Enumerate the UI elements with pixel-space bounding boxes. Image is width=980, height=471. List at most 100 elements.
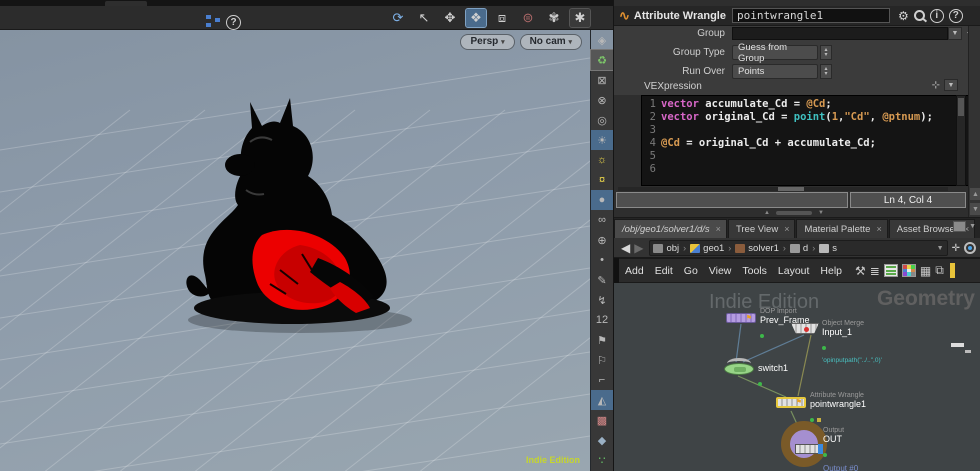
node-name-input[interactable] (731, 8, 890, 23)
persp-button[interactable]: Persp ▾ (460, 34, 515, 50)
help-icon[interactable]: ? (226, 14, 241, 30)
checker-uv-icon[interactable]: ▩ (591, 410, 614, 430)
node-output-dot[interactable] (758, 382, 762, 386)
nav-forward-button[interactable]: ▶ (634, 241, 643, 255)
scene-viewport[interactable]: Persp ▾ No cam ▾ Indie Edition (0, 30, 590, 471)
lock-icon[interactable]: ⊠ (591, 70, 614, 90)
node-output-dot[interactable] (823, 453, 827, 457)
view-box-icon[interactable]: ⧈ (492, 9, 512, 27)
breadcrumb-item-solver1[interactable]: solver1 (735, 243, 779, 254)
link-target-icon[interactable] (964, 242, 976, 254)
ruler-icon[interactable]: ⌐ (591, 370, 614, 390)
vex-plug-icon[interactable]: ⊹ (932, 80, 940, 91)
tab-tree-view[interactable]: Tree View × (727, 219, 796, 238)
node-output-dot[interactable] (822, 346, 826, 350)
breadcrumb-item-s[interactable]: s (819, 243, 837, 254)
node-output-dot[interactable] (760, 334, 764, 338)
node-flag-icon[interactable]: ⚑ (746, 314, 752, 323)
info-icon[interactable]: i (929, 8, 944, 23)
node-input_1[interactable]: Object Merge Input_1 'opinputpath("../..",… (791, 320, 882, 364)
scroll-up-button[interactable]: ▲ (970, 188, 980, 200)
color-palette-icon[interactable] (901, 264, 916, 277)
menu-help[interactable]: Help (820, 265, 842, 277)
layout-dots-icon[interactable] (206, 14, 220, 30)
no-selection-icon[interactable]: ⊜ (518, 9, 538, 27)
pane-menu-chevron-icon[interactable]: ▼ (969, 223, 976, 230)
view-tool-icon[interactable]: ⟳ (388, 9, 408, 27)
help-icon[interactable]: ? (948, 8, 963, 23)
move-handles-icon[interactable]: ✥ (440, 9, 460, 27)
breadcrumb-item-obj[interactable]: obj (653, 243, 679, 254)
glasses-icon[interactable]: ∞ (591, 210, 614, 230)
node-switch1[interactable]: switch1 (724, 358, 788, 386)
network-editor[interactable]: Indie Edition Geometry ⚑ DOP Import Prev_F… (614, 283, 980, 471)
group-type-spinner[interactable]: ▴ ▾ (820, 45, 832, 60)
pin-icon[interactable]: ✛ (952, 243, 960, 254)
node-shape[interactable]: ⚑ (776, 397, 806, 408)
point-marker-icon[interactable]: • (591, 250, 614, 270)
nav-back-button[interactable]: ◀ (621, 241, 630, 255)
tab-close-icon[interactable]: × (716, 224, 721, 234)
node-shape[interactable]: ⚑ (726, 313, 756, 323)
diamond-normals-icon[interactable]: ◆ (591, 430, 614, 450)
run-over-spinner[interactable]: ▴ ▾ (820, 64, 832, 79)
code-vertical-scrollbar[interactable] (956, 95, 966, 186)
code-horizontal-scrollbar[interactable] (618, 187, 948, 191)
pin-light-icon[interactable]: ¤ (591, 170, 614, 190)
snap-options-icon[interactable]: ❖ (465, 7, 487, 28)
node-flag-icon[interactable]: ⚑ (796, 398, 802, 407)
inspect-lens-icon[interactable]: ◎ (591, 110, 614, 130)
node-out[interactable]: Output OUT Output #0 (781, 421, 858, 471)
no-cam-button[interactable]: No cam ▾ (519, 34, 582, 50)
pane-split-icon[interactable] (953, 221, 967, 232)
group-dropdown-button[interactable]: ▼ (948, 27, 962, 40)
group-type-select[interactable]: Guess from Group (732, 42, 818, 64)
list-view-icon[interactable] (883, 264, 898, 277)
breadcrumb-item-d[interactable]: d (789, 243, 808, 254)
breadcrumb[interactable]: obj › geo1 › solver1 › d › s ▼ (649, 240, 948, 256)
tree-list-icon[interactable]: ≣ (870, 264, 880, 278)
view-layers-icon[interactable]: ◈ (590, 30, 614, 50)
pin-x-icon[interactable]: ⊗ (591, 90, 614, 110)
menu-go[interactable]: Go (684, 265, 698, 277)
scroll-down-button[interactable]: ▼ (970, 203, 980, 215)
panel-scrollbar[interactable]: ▲ ▼ (968, 25, 980, 221)
window-layout-icon[interactable]: ⧉ (935, 263, 944, 278)
node-prev_frame[interactable]: ⚑ DOP Import Prev_Frame (726, 308, 810, 338)
node-shape[interactable] (724, 358, 754, 375)
tools-icon[interactable]: ⚒ (855, 264, 866, 278)
cone-display-icon[interactable]: ◭ (590, 390, 614, 410)
snap-icon[interactable]: ♻ (589, 49, 615, 71)
gear-box-icon[interactable]: ✱ (569, 7, 591, 28)
grid-view-icon[interactable]: ▦ (920, 264, 931, 278)
tab-close-icon[interactable]: × (876, 224, 881, 234)
gear-icon[interactable]: ⚙ (898, 9, 909, 23)
headlight-icon[interactable]: ☀ (590, 130, 614, 150)
flag-icon[interactable]: ⚑ (591, 330, 614, 350)
vex-menu-button[interactable]: ▼ (944, 79, 958, 91)
tab--obj-geo1-solver1-d-s[interactable]: /obj/geo1/solver1/d/s × (614, 219, 727, 238)
group-input[interactable] (732, 27, 948, 40)
node-pointwrangle1[interactable]: ⚑ Attribute Wrangle pointwrangle1 (776, 392, 866, 422)
glasses-add-icon[interactable]: ⊕ (591, 230, 614, 250)
tab-material-palette[interactable]: Material Palette × (796, 219, 888, 238)
menu-edge-handle[interactable] (614, 258, 619, 283)
breadcrumb-item-geo1[interactable]: geo1 (690, 243, 724, 254)
grid-dots-icon[interactable]: ∵ (591, 450, 614, 470)
bulb-icon[interactable]: ☼ (591, 150, 614, 170)
pane-drag-handle[interactable]: ▲ ▼ (764, 210, 844, 216)
search-icon[interactable] (913, 10, 925, 21)
snippet-field[interactable] (616, 192, 848, 208)
menu-layout[interactable]: Layout (778, 265, 810, 277)
shaded-sphere-icon[interactable]: ● (590, 190, 614, 210)
node-shape[interactable] (791, 323, 819, 334)
run-over-select[interactable]: Points (732, 64, 818, 79)
menu-edit[interactable]: Edit (655, 265, 673, 277)
flag-count-icon[interactable]: ⚐ (591, 350, 614, 370)
toy-settings-icon[interactable]: ✾ (544, 9, 564, 27)
point-count-label[interactable]: 12 (591, 310, 614, 330)
draw-icon[interactable]: ✎ (591, 270, 614, 290)
node-shape[interactable] (781, 421, 827, 467)
menu-view[interactable]: View (709, 265, 732, 277)
menu-add[interactable]: Add (625, 265, 644, 277)
